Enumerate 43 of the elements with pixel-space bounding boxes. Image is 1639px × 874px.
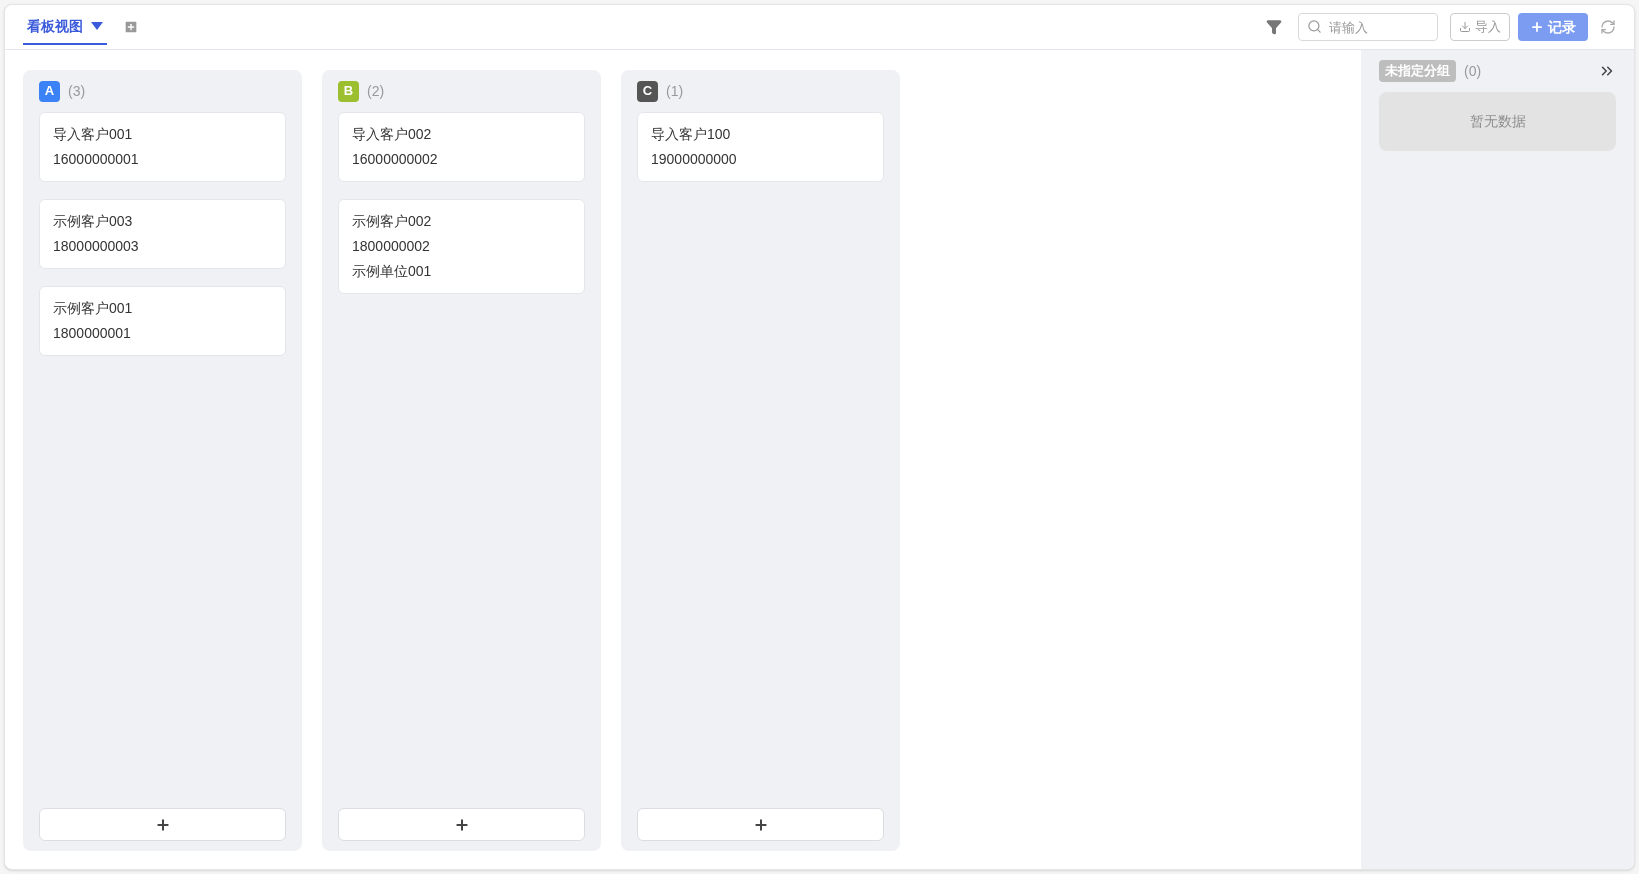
- card-field: 示例单位001: [352, 261, 571, 282]
- record-card[interactable]: 示例客户001 1800000001: [39, 286, 286, 356]
- add-card-button[interactable]: [338, 808, 585, 841]
- card-field: 示例客户003: [53, 211, 272, 232]
- record-card[interactable]: 示例客户002 1800000002 示例单位001: [338, 199, 585, 294]
- record-card[interactable]: 导入客户001 16000000001: [39, 112, 286, 182]
- group-label: 未指定分组: [1379, 60, 1456, 82]
- add-card-button[interactable]: [39, 808, 286, 841]
- group-count: (0): [1464, 61, 1482, 81]
- add-view-icon[interactable]: [123, 19, 139, 35]
- card-field: 1800000002: [352, 236, 571, 257]
- card-field: 1800000001: [53, 323, 272, 344]
- card-field: 16000000001: [53, 149, 272, 170]
- record-card[interactable]: 导入客户002 16000000002: [338, 112, 585, 182]
- card-field: 导入客户100: [651, 124, 870, 145]
- plus-icon: [453, 816, 470, 833]
- card-field: 19000000000: [651, 149, 870, 170]
- group-badge: C: [637, 80, 658, 102]
- plus-icon: [1530, 20, 1544, 34]
- plus-icon: [752, 816, 769, 833]
- search-icon: [1307, 19, 1322, 34]
- group-badge: B: [338, 80, 359, 102]
- caret-icon: [91, 22, 103, 30]
- card-field: 示例客户001: [53, 298, 272, 319]
- download-icon: [1459, 21, 1471, 33]
- record-card[interactable]: 导入客户100 19000000000: [637, 112, 884, 182]
- card-field: 18000000003: [53, 236, 272, 257]
- record-card[interactable]: 示例客户003 18000000003: [39, 199, 286, 269]
- group-badge: A: [39, 80, 60, 102]
- refresh-icon[interactable]: [1600, 19, 1616, 35]
- card-field: 16000000002: [352, 149, 571, 170]
- card-field: 导入客户002: [352, 124, 571, 145]
- empty-text: 暂无数据: [1469, 112, 1526, 131]
- plus-icon: [154, 816, 171, 833]
- group-count: (1): [666, 81, 684, 101]
- add-card-button[interactable]: [637, 808, 884, 841]
- card-field: 示例客户002: [352, 211, 571, 232]
- card-field: 导入客户001: [53, 124, 272, 145]
- group-count: (3): [68, 81, 86, 101]
- group-count: (2): [367, 81, 385, 101]
- view-tab[interactable]: 看板视图: [23, 9, 107, 45]
- search-field[interactable]: 请输入: [1298, 13, 1438, 41]
- filter-icon[interactable]: [1266, 19, 1282, 35]
